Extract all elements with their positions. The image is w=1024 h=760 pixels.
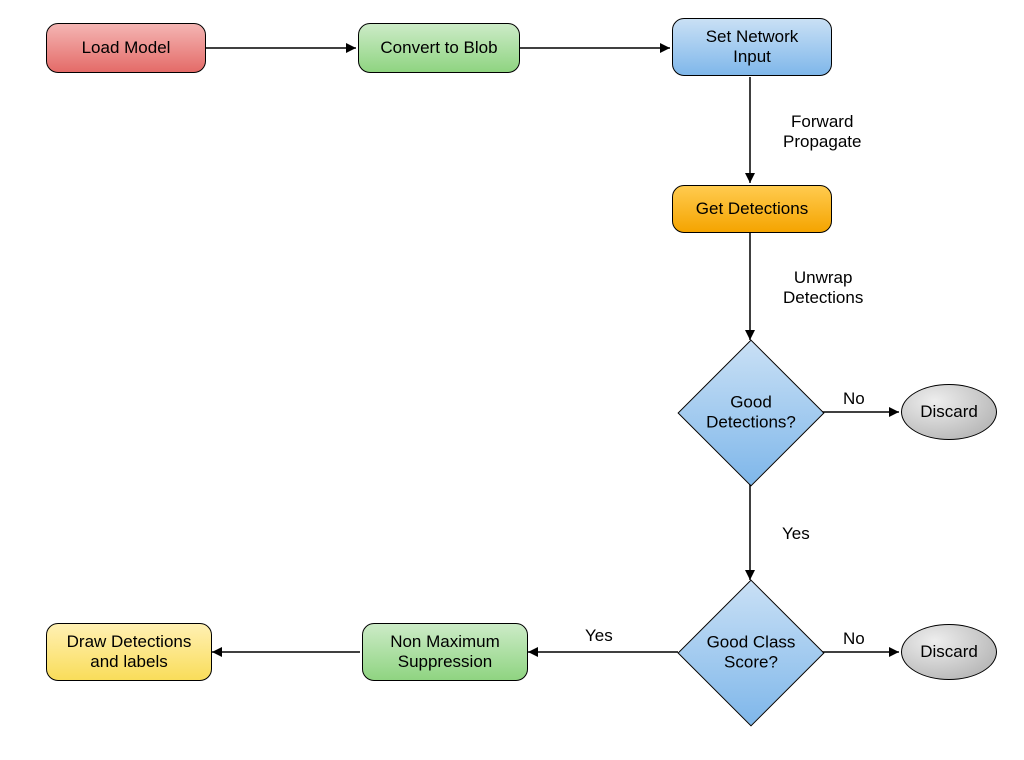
text-line: Unwrap — [794, 268, 853, 287]
edge-label-unwrap-detections: Unwrap Detections — [783, 268, 863, 309]
edge-label-yes: Yes — [782, 524, 810, 544]
node-good-detections: Good Detections? — [677, 339, 824, 486]
text-line: Draw Detections — [67, 632, 192, 651]
name-label: Good Class Score? — [707, 633, 796, 674]
node-good-class-score: Good Class Score? — [677, 579, 824, 726]
text-line: Suppression — [398, 652, 493, 671]
text-line: Non Maximum — [390, 632, 500, 651]
text-line: and labels — [90, 652, 168, 671]
edge-label-no: No — [843, 629, 865, 649]
node-discard-2: Discard — [901, 624, 997, 680]
text-line: Detections — [783, 288, 863, 307]
text-line: Detections? — [706, 413, 796, 432]
text-line: Forward — [791, 112, 853, 131]
text-line: Score? — [724, 653, 778, 672]
text-line: Input — [733, 47, 771, 66]
node-draw-detections: Draw Detections and labels — [46, 623, 212, 681]
node-discard-1: Discard — [901, 384, 997, 440]
node-label: Load Model — [82, 38, 171, 58]
text-line: Set Network — [706, 27, 799, 46]
node-label: Discard — [920, 402, 978, 422]
node-label: Draw Detections and labels — [67, 632, 192, 673]
node-label: Get Detections — [696, 199, 808, 219]
node-non-maximum-suppression: Non Maximum Suppression — [362, 623, 528, 681]
node-label: Convert to Blob — [380, 38, 497, 58]
text-line: Propagate — [783, 132, 861, 151]
node-load-model: Load Model — [46, 23, 206, 73]
edge-label-forward-propagate: Forward Propagate — [783, 112, 861, 153]
text-line: Good Class — [707, 633, 796, 652]
flowchart-canvas: Load Model Convert to Blob Set Network I… — [0, 0, 1024, 760]
node-convert-to-blob: Convert to Blob — [358, 23, 520, 73]
node-label: Good Detections? — [706, 393, 796, 434]
text-line: Good — [730, 393, 772, 412]
edge-label-yes: Yes — [585, 626, 613, 646]
node-set-network-input: Set Network Input — [672, 18, 832, 76]
edge-label-no: No — [843, 389, 865, 409]
node-label: Non Maximum Suppression — [390, 632, 500, 673]
node-label: Discard — [920, 642, 978, 662]
node-label: Set Network Input — [706, 27, 799, 68]
node-get-detections: Get Detections — [672, 185, 832, 233]
